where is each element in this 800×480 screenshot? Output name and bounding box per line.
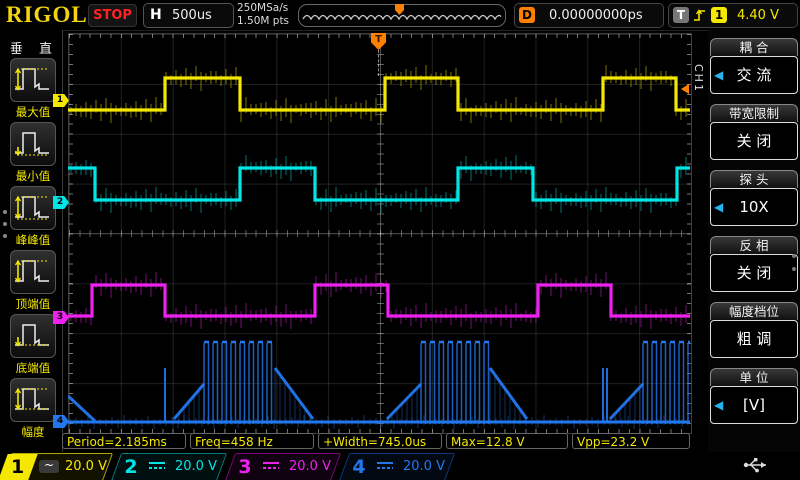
sidebar-title: 垂 直 [0,38,62,57]
active-channel-label: CH1 [692,64,705,93]
channel1-number: 1 [0,454,38,480]
system-icons [742,455,800,480]
menu-group-coupling: 耦 合 ◀ 交 流 [710,38,798,94]
probe-title: 探 头 [710,170,798,188]
channel4-number: 4 [347,454,371,480]
usb-icon [742,455,770,475]
ac-coupling-icon: ~ [39,460,59,473]
unit-button[interactable]: ◀ [V] [710,386,798,424]
trigger-level-value: 4.40 V [737,8,779,23]
sidebar-item-vbase[interactable]: 底端值 [9,314,57,376]
sidebar-item-label: 顶端值 [9,296,57,312]
ch1-position-marker[interactable]: 1 [53,94,69,107]
channel1-status[interactable]: 1 ~ 20.0 V [1,453,113,480]
oscilloscope-screen: RIGOL STOP H 500us 250MSa/s 1.50M pts D … [0,0,800,480]
menu-group-bandwidth-limit: 带宽限制 关 闭 [710,104,798,160]
channel-status-bar: 1 ~ 20.0 V 2 20.0 V 3 20.0 V 4 20.0 V [0,452,800,480]
channel4-scale: 20.0 V [403,459,445,474]
sidebar-item-label: 最小值 [9,168,57,184]
dc-coupling-icon [149,462,165,471]
menu-page-dots [792,245,796,280]
menu-group-probe: 探 头 ◀ 10X [710,170,798,226]
vtop-icon [10,250,56,294]
sidebar-item-vamp[interactable]: 幅度 [9,378,57,440]
channel3-number: 3 [233,454,257,480]
rigol-logo: RIGOL [6,2,88,28]
sample-rate: 250MSa/s [237,2,289,15]
horizontal-timebase-box[interactable]: H 500us [143,3,234,28]
delay-box[interactable]: D 0.00000000ps [514,3,664,28]
delay-value: 0.00000000ps [549,8,643,23]
unit-title: 单 位 [710,368,798,386]
sidebar-item-label: 最大值 [9,104,57,120]
vbase-icon [10,314,56,358]
probe-button[interactable]: ◀ 10X [710,188,798,226]
h-label: H [150,7,162,23]
channel2-scale: 20.0 V [175,459,217,474]
measurement-bar: Period=2.185ms Freq=458 Hz +Width=745.0u… [62,433,692,452]
vmin-icon [10,122,56,166]
sidebar-item-vpp[interactable]: 峰峰值 [9,186,57,248]
ch3-position-marker[interactable]: 3 [53,311,69,324]
sidebar-page-dots [3,202,7,246]
volts-adjust-button[interactable]: 粗 调 [710,320,798,358]
vamp-icon [10,378,56,422]
ch4-position-marker[interactable]: 4 [53,415,69,428]
trigger-position-line [378,50,379,76]
measurement-vpp: Vpp=23.2 V [572,433,690,449]
edge-trigger-icon [693,7,707,23]
waveform-overview-bar [298,4,506,27]
invert-title: 反 相 [710,236,798,254]
sidebar-item-vmin[interactable]: 最小值 [9,122,57,184]
menu-group-unit: 单 位 ◀ [V] [710,368,798,424]
coupling-button[interactable]: ◀ 交 流 [710,56,798,94]
invert-button[interactable]: 关 闭 [710,254,798,292]
run-state-badge[interactable]: STOP [88,4,137,27]
sidebar-item-label: 峰峰值 [9,232,57,248]
waveform-graticule [68,33,692,434]
left-arrow-icon: ◀ [714,387,723,423]
delay-icon: D [519,7,535,23]
channel2-number: 2 [119,454,143,480]
softkey-menu-panel: 耦 合 ◀ 交 流 带宽限制 关 闭 探 头 ◀ 10X 反 相 关 闭 幅度档… [708,30,800,480]
channel4-status[interactable]: 4 20.0 V [339,453,455,480]
memory-depth: 1.50M pts [237,15,289,28]
bandwidth-title: 带宽限制 [710,104,798,122]
trigger-box[interactable]: T 1 4.40 V [668,3,798,28]
channel1-scale: 20.0 V [65,459,107,474]
channel3-scale: 20.0 V [289,459,331,474]
measurement-freq: Freq=458 Hz [190,433,314,449]
measurement-period: Period=2.185ms [62,433,186,449]
menu-group-invert: 反 相 关 闭 [710,236,798,292]
volts-adjust-title: 幅度档位 [710,302,798,320]
sidebar-item-label: 底端值 [9,360,57,376]
measurement-pwidth: +Width=745.0us [318,433,442,449]
sidebar-item-vmax[interactable]: 最大值 [9,58,57,120]
vmax-icon [10,58,56,102]
timebase-value: 500us [172,8,212,23]
trigger-source-badge: 1 [711,7,727,23]
sidebar-item-vtop[interactable]: 顶端值 [9,250,57,312]
left-edge-ticks [69,34,73,433]
left-arrow-icon: ◀ [714,189,723,225]
top-status-bar: RIGOL STOP H 500us 250MSa/s 1.50M pts D … [0,0,800,31]
left-arrow-icon: ◀ [714,57,723,93]
vpp-icon [10,186,56,230]
bandwidth-button[interactable]: 关 闭 [710,122,798,160]
coupling-title: 耦 合 [710,38,798,56]
dc-coupling-icon [377,462,393,471]
menu-group-volts-adjust: 幅度档位 粗 调 [710,302,798,358]
sidebar-item-label: 幅度 [9,424,57,440]
acquisition-info: 250MSa/s 1.50M pts [237,2,289,28]
channel2-status[interactable]: 2 20.0 V [111,453,227,480]
trigger-level-arrow-icon[interactable] [681,84,689,94]
channel3-status[interactable]: 3 20.0 V [225,453,341,480]
dc-coupling-icon [263,462,279,471]
ch2-position-marker[interactable]: 2 [53,196,69,209]
trigger-label: T [673,7,689,23]
center-horizontal-axis [69,230,691,237]
measurement-max: Max=12.8 V [446,433,568,449]
